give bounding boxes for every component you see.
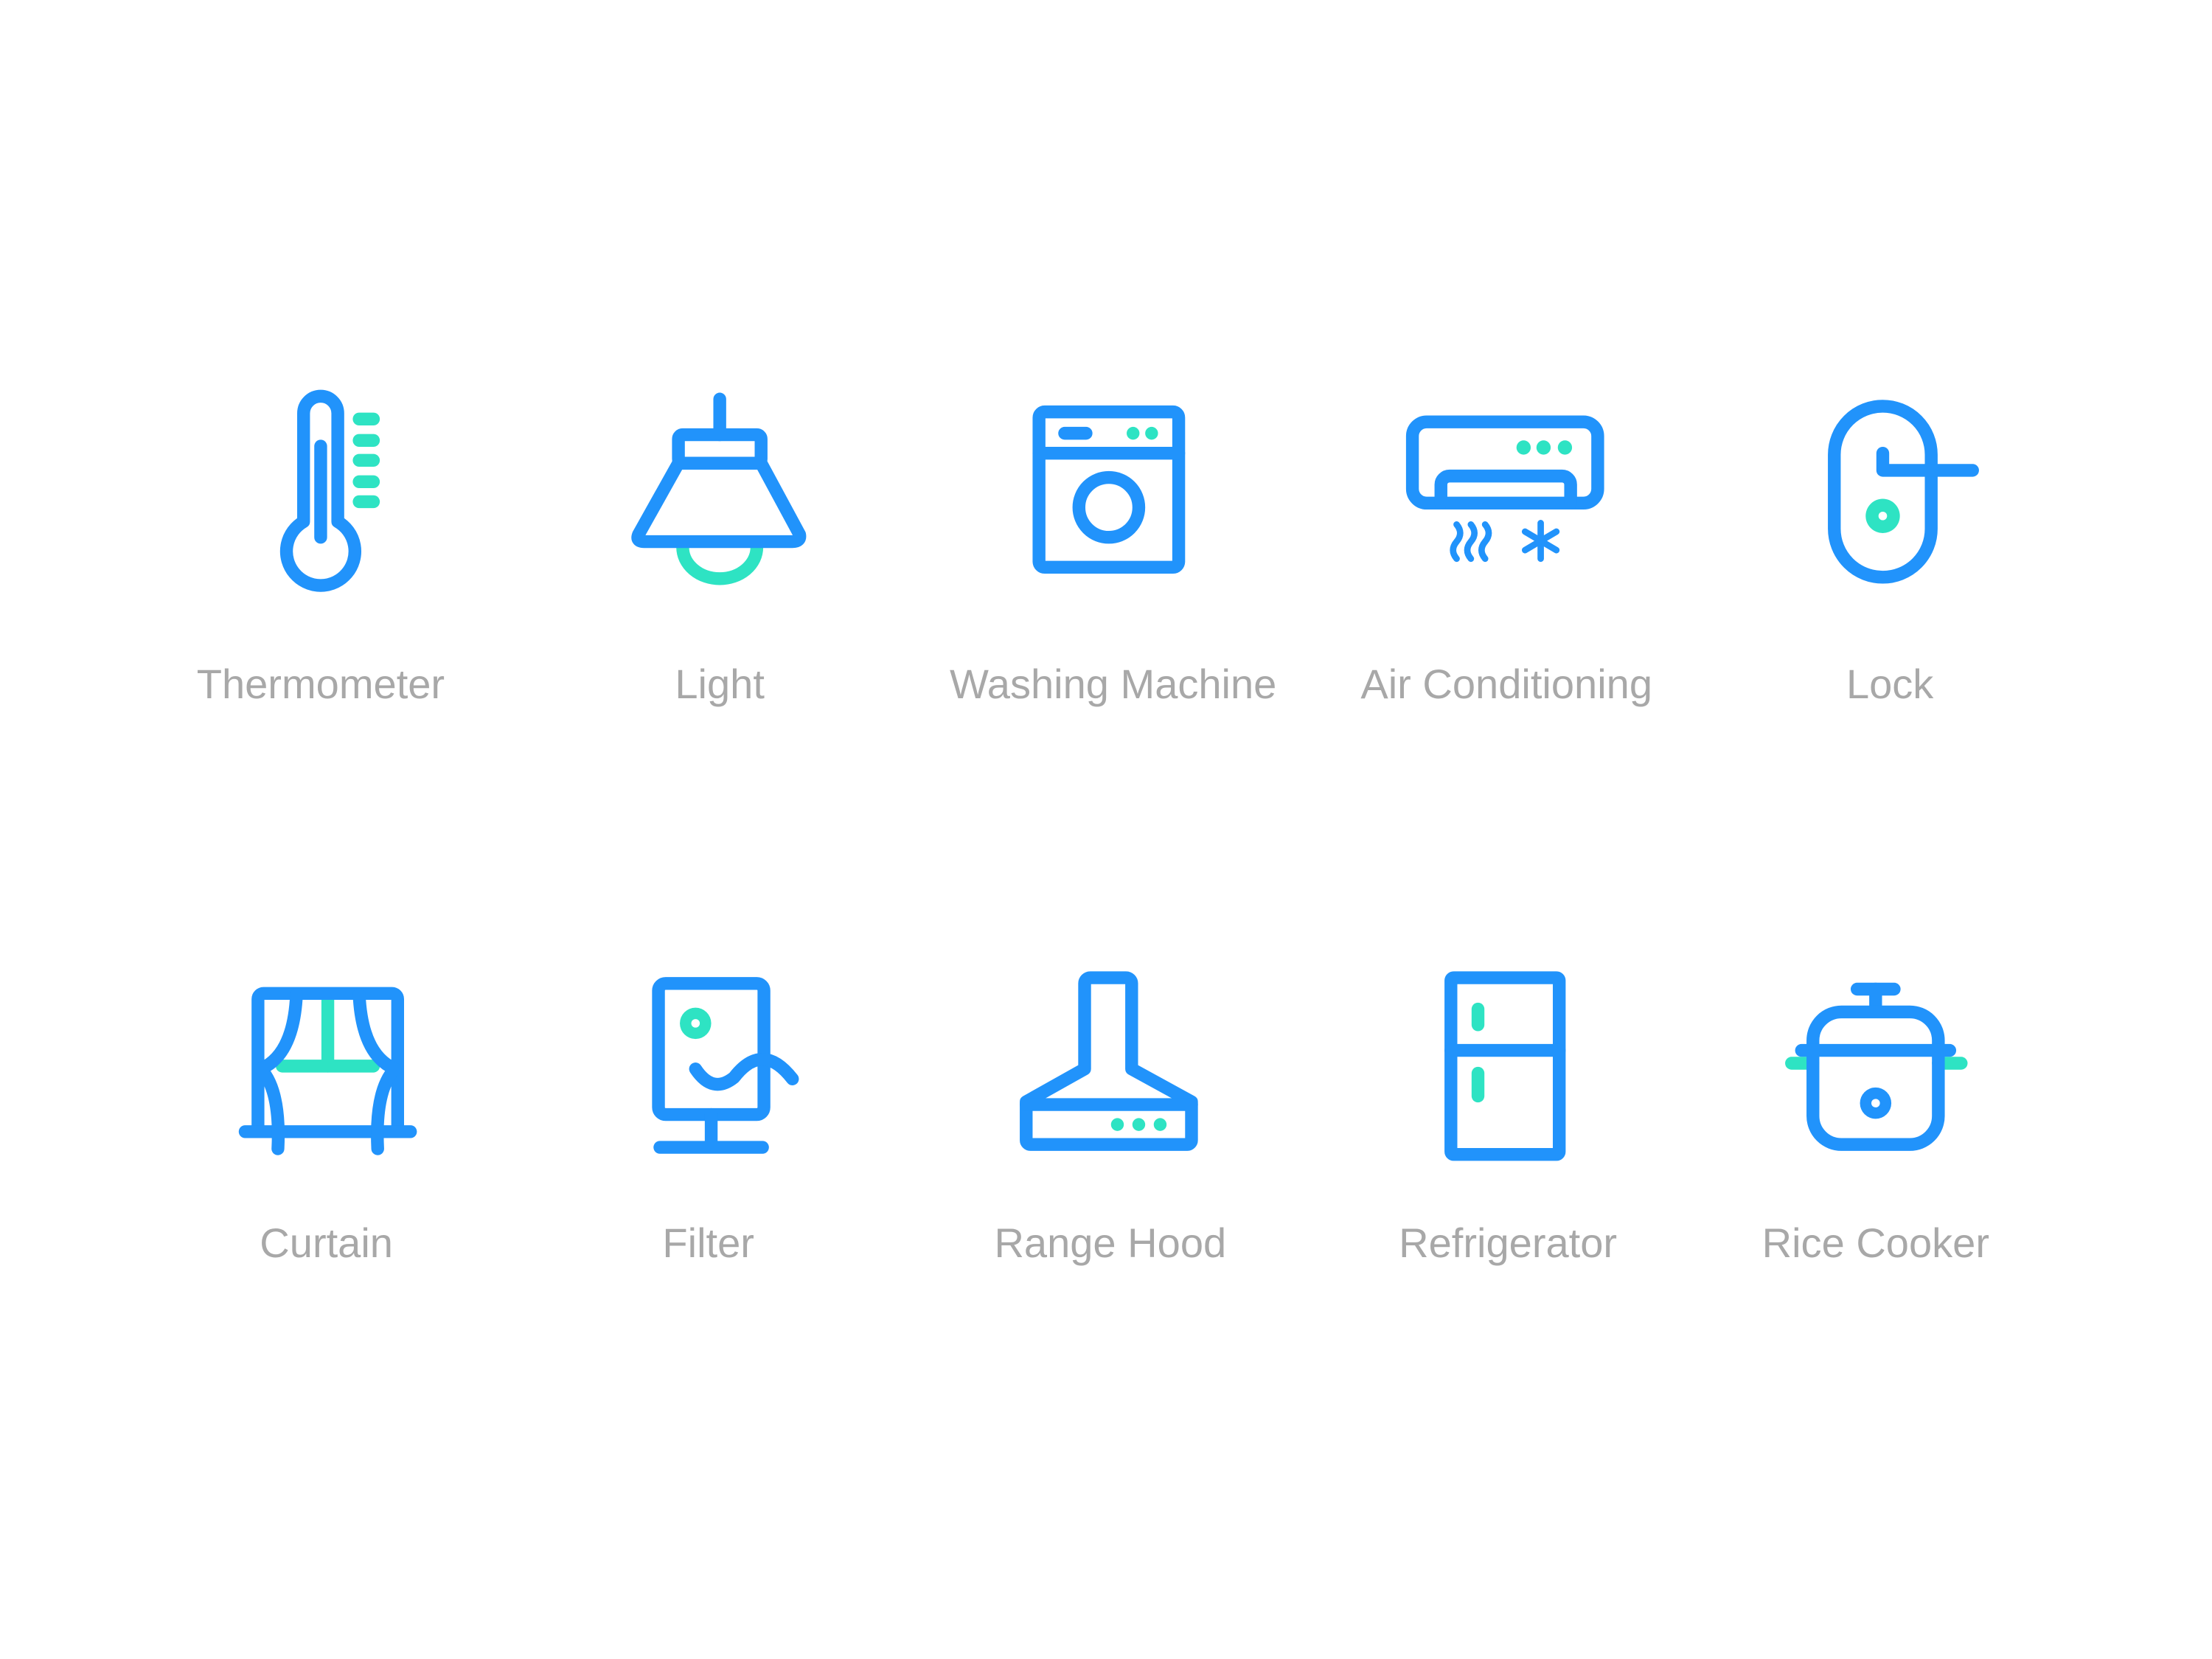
icon-label-lock: Lock xyxy=(1846,661,1934,707)
icon-label-rice-cooker: Rice Cooker xyxy=(1762,1220,1989,1266)
curtain-icon xyxy=(238,987,417,1155)
rice-cooker-icon xyxy=(1785,982,1968,1151)
icon-label-washing-machine: Washing Machine xyxy=(950,661,1276,707)
icon-label-refrigerator: Refrigerator xyxy=(1399,1220,1617,1266)
icon-grid: Thermometer Light Washing Machine Air Co… xyxy=(197,389,1989,1266)
range-hood-icon xyxy=(1020,971,1198,1151)
pendant-light-icon xyxy=(631,392,807,585)
icon-label-curtain: Curtain xyxy=(260,1220,393,1266)
washing-machine-icon xyxy=(1032,405,1186,574)
icon-label-thermometer: Thermometer xyxy=(197,661,445,707)
water-filter-icon xyxy=(652,977,799,1154)
air-conditioner-icon xyxy=(1405,415,1604,563)
refrigerator-icon xyxy=(1444,971,1566,1161)
door-lock-icon xyxy=(1828,400,1979,584)
icon-label-air-conditioning: Air Conditioning xyxy=(1360,661,1652,707)
thermometer-icon xyxy=(279,389,380,592)
icon-label-filter: Filter xyxy=(662,1220,754,1266)
icon-label-light: Light xyxy=(675,661,765,707)
icon-label-range-hood: Range Hood xyxy=(994,1220,1226,1266)
